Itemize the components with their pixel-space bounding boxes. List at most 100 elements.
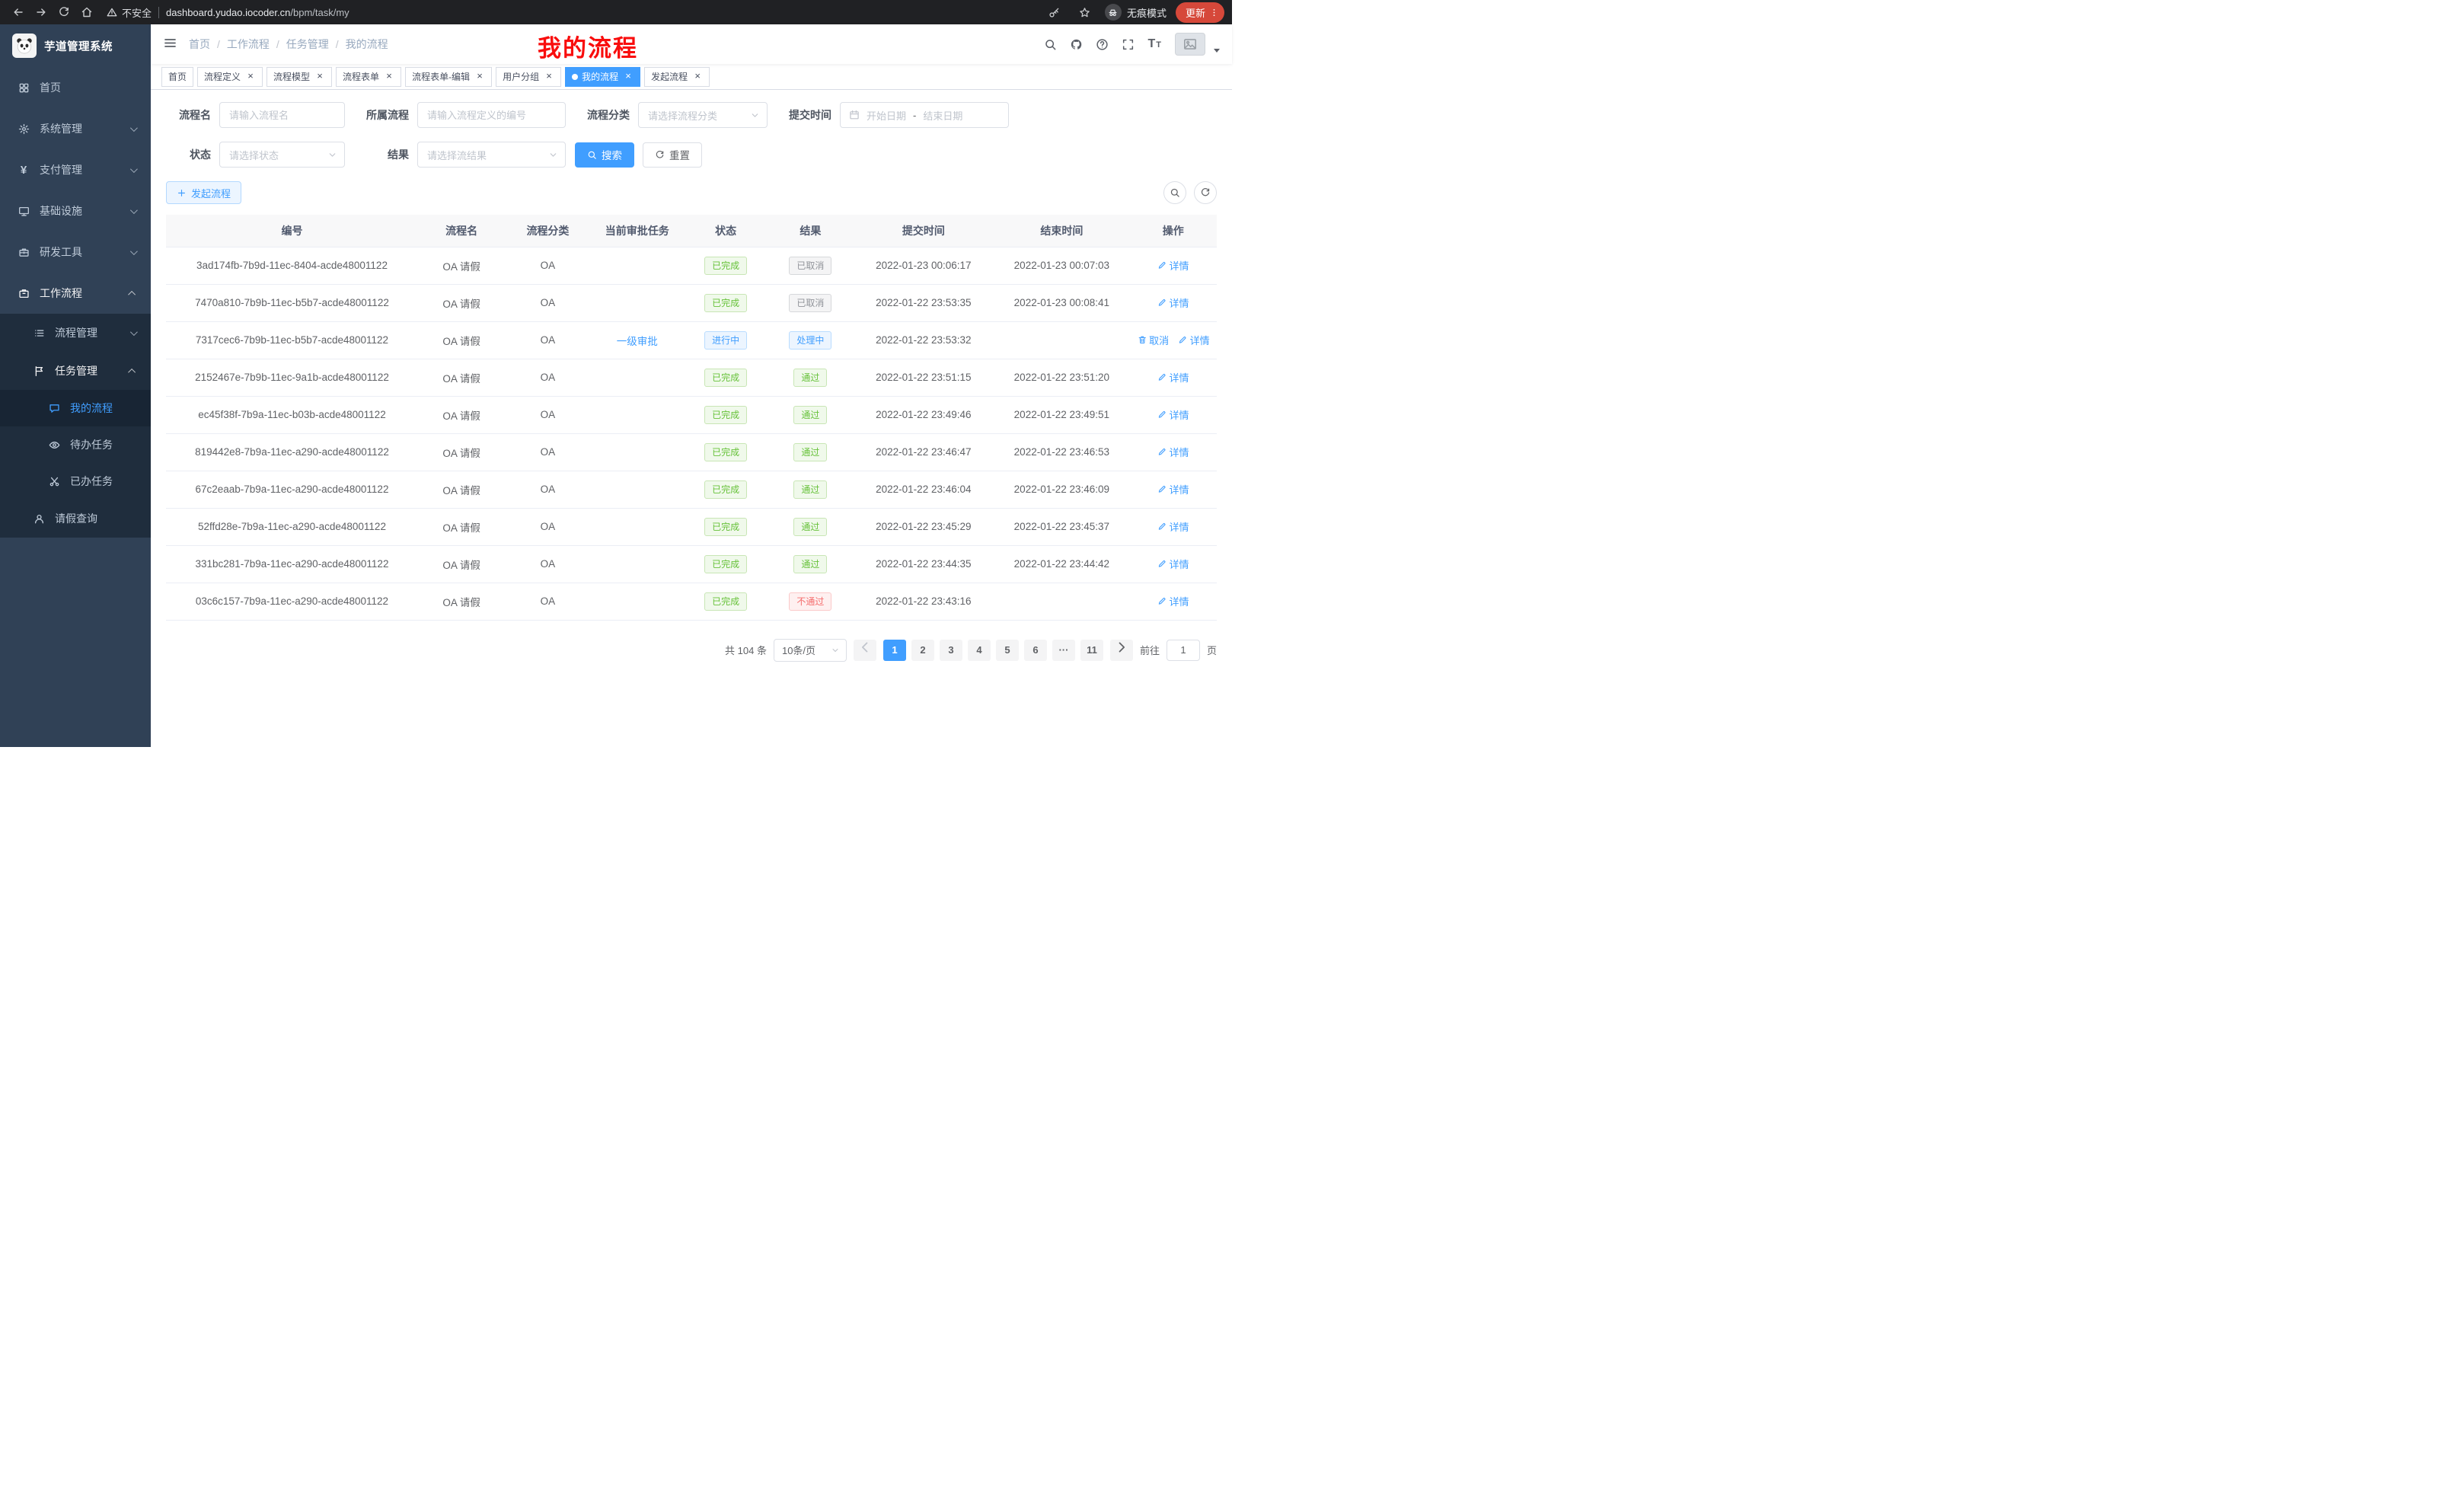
fullscreen-icon[interactable] <box>1122 38 1135 51</box>
result-select[interactable]: 请选择流结果 <box>417 142 566 168</box>
sidebar-item-my-process[interactable]: 我的流程 <box>0 390 151 426</box>
sidebar-item-workflow[interactable]: 工作流程 <box>0 273 151 314</box>
show-search-button[interactable] <box>1163 181 1186 204</box>
breadcrumb-item[interactable]: 首页 <box>189 37 210 52</box>
security-indicator[interactable]: 不安全 <box>107 5 152 20</box>
tab-process-definition[interactable]: 流程定义 × <box>197 67 263 87</box>
page-button-4[interactable]: 4 <box>968 640 991 661</box>
back-icon[interactable] <box>8 2 29 23</box>
close-icon[interactable]: × <box>474 72 485 82</box>
sidebar-item-task-manage[interactable]: 任务管理 <box>0 352 151 390</box>
caret-down-icon[interactable] <box>1214 49 1220 53</box>
avatar[interactable] <box>1175 33 1205 56</box>
detail-button[interactable]: 详情 <box>1157 295 1189 310</box>
edit-icon <box>1157 410 1167 420</box>
detail-button[interactable]: 详情 <box>1157 370 1189 385</box>
range-separator: - <box>913 110 916 121</box>
detail-button[interactable]: 详情 <box>1157 445 1189 459</box>
cell-result: 通过 <box>768 508 853 545</box>
date-range-picker[interactable]: 开始日期 - 结束日期 <box>840 102 1009 128</box>
next-page-button[interactable] <box>1110 640 1133 661</box>
sidebar-item-devtools[interactable]: 研发工具 <box>0 231 151 273</box>
hamburger-icon[interactable] <box>163 36 177 53</box>
tab-process-model[interactable]: 流程模型× <box>267 67 332 87</box>
tab-process-form[interactable]: 流程表单× <box>336 67 401 87</box>
prev-page-button[interactable] <box>854 640 876 661</box>
sidebar-item-infra[interactable]: 基础设施 <box>0 190 151 231</box>
process-definition-input[interactable] <box>417 102 566 128</box>
search-icon[interactable] <box>1044 38 1057 51</box>
process-name-input[interactable] <box>219 102 345 128</box>
sidebar-item-leave-query[interactable]: 请假查询 <box>0 500 151 538</box>
close-icon[interactable]: × <box>544 72 554 82</box>
github-icon[interactable] <box>1070 38 1083 51</box>
forward-icon[interactable] <box>30 2 52 23</box>
cell-result: 已取消 <box>768 247 853 284</box>
close-icon[interactable]: × <box>384 72 394 82</box>
sidebar-item-system[interactable]: 系统管理 <box>0 108 151 149</box>
close-icon[interactable]: × <box>314 72 325 82</box>
cell-current-task <box>591 471 684 508</box>
category-select[interactable]: 请选择流程分类 <box>638 102 768 128</box>
detail-button[interactable]: 详情 <box>1157 557 1189 571</box>
font-size-icon[interactable]: TT <box>1147 37 1162 51</box>
page-size-select[interactable]: 10条/页 <box>774 639 847 662</box>
close-icon[interactable]: × <box>623 72 634 82</box>
tab-my-process[interactable]: 我的流程× <box>565 67 640 87</box>
page-jump-input[interactable] <box>1167 640 1200 661</box>
cell-category: OA <box>505 284 590 321</box>
column-header: 流程分类 <box>505 215 590 247</box>
sidebar-item-done-task[interactable]: 已办任务 <box>0 463 151 500</box>
close-icon[interactable]: × <box>245 72 256 82</box>
tab-user-group[interactable]: 用户分组× <box>496 67 561 87</box>
detail-button[interactable]: 详情 <box>1157 407 1189 422</box>
address-bar[interactable]: 不安全 dashboard.yudao.iocoder.cn/bpm/task/… <box>107 5 1042 20</box>
page-button-6[interactable]: 6 <box>1024 640 1047 661</box>
sidebar-item-process-manage[interactable]: 流程管理 <box>0 314 151 352</box>
chevron-down-icon <box>130 328 138 336</box>
tab-home[interactable]: 首页 <box>161 67 193 87</box>
home-icon[interactable] <box>76 2 97 23</box>
detail-button[interactable]: 详情 <box>1157 594 1189 608</box>
search-button-label: 搜索 <box>602 147 622 162</box>
help-icon[interactable] <box>1096 38 1109 51</box>
reload-icon[interactable] <box>53 2 75 23</box>
sidebar-item-todo-task[interactable]: 待办任务 <box>0 426 151 463</box>
tab-start-process[interactable]: 发起流程× <box>644 67 710 87</box>
current-task-link[interactable]: 一级审批 <box>617 336 658 347</box>
tab-label: 流程定义 <box>204 70 241 83</box>
status-select[interactable]: 请选择状态 <box>219 142 345 168</box>
detail-button[interactable]: 详情 <box>1178 333 1210 347</box>
cancel-button[interactable]: 取消 <box>1138 333 1170 347</box>
cell-process-name: OA 请假 <box>418 471 505 508</box>
menu-dots-icon[interactable] <box>1209 8 1219 18</box>
page-button-1[interactable]: 1 <box>883 640 906 661</box>
sidebar-item-home[interactable]: 首页 <box>0 67 151 108</box>
more-pages-button[interactable]: ··· <box>1052 640 1075 661</box>
refresh-table-button[interactable] <box>1194 181 1217 204</box>
update-button[interactable]: 更新 <box>1176 2 1224 23</box>
cell-status: 已完成 <box>684 359 768 396</box>
detail-button[interactable]: 详情 <box>1157 519 1189 534</box>
app-logo[interactable]: 芋道管理系统 <box>0 24 151 67</box>
sidebar-item-payment[interactable]: ¥支付管理 <box>0 149 151 190</box>
star-icon[interactable] <box>1074 2 1096 23</box>
page-button-2[interactable]: 2 <box>911 640 934 661</box>
close-icon[interactable]: × <box>692 72 703 82</box>
page-button-5[interactable]: 5 <box>996 640 1019 661</box>
cell-id: 7470a810-7b9b-11ec-b5b7-acde48001122 <box>166 284 418 321</box>
breadcrumb-item[interactable]: 我的流程 <box>346 37 388 52</box>
create-process-button[interactable]: 发起流程 <box>166 181 241 204</box>
cell-submit-time: 2022-01-22 23:51:15 <box>854 359 994 396</box>
key-icon[interactable] <box>1044 2 1065 23</box>
breadcrumb-item[interactable]: 工作流程 <box>227 37 270 52</box>
page-button-3[interactable]: 3 <box>940 640 962 661</box>
tab-process-form-edit[interactable]: 流程表单-编辑× <box>405 67 492 87</box>
reset-button[interactable]: 重置 <box>643 142 702 168</box>
search-button[interactable]: 搜索 <box>575 142 634 168</box>
detail-button[interactable]: 详情 <box>1157 482 1189 496</box>
detail-button[interactable]: 详情 <box>1157 258 1189 273</box>
page-button-11[interactable]: 11 <box>1080 640 1103 661</box>
cell-process-name: OA 请假 <box>418 508 505 545</box>
breadcrumb-item[interactable]: 任务管理 <box>286 37 329 52</box>
